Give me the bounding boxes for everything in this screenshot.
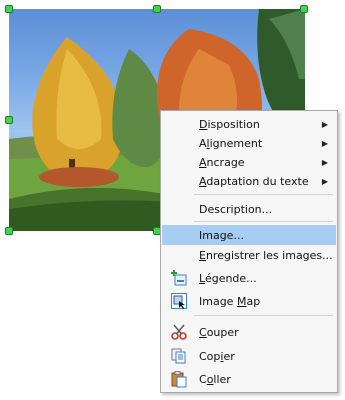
resize-handle-left[interactable] [5, 116, 13, 124]
menu-item-label: Image... [199, 228, 244, 242]
menu-item-label: Alignement [199, 136, 263, 150]
resize-handle-top[interactable] [153, 5, 161, 13]
scissors-icon [170, 323, 188, 341]
menu-item-ancrage[interactable]: Ancrage ▶ [162, 152, 336, 172]
submenu-arrow-icon: ▶ [321, 138, 328, 148]
menu-item-coller[interactable]: Coller [162, 369, 336, 389]
submenu-arrow-icon: ▶ [321, 119, 328, 129]
menu-item-label: Adaptation du texte [199, 174, 309, 188]
menu-item-enregistrer-les-images[interactable]: Enregistrer les images... [162, 245, 336, 265]
menu-item-legende[interactable]: Légende... [162, 268, 336, 288]
resize-handle-top-right[interactable] [300, 5, 308, 13]
resize-handle-bottom-left[interactable] [5, 227, 13, 235]
menu-item-label: Disposition [199, 117, 260, 131]
menu-item-copier[interactable]: Copier [162, 346, 336, 366]
menu-item-label: Ancrage [199, 155, 245, 169]
menu-item-image-map[interactable]: Image Map [162, 291, 336, 311]
caption-icon [170, 269, 188, 287]
menu-item-label: Coller [199, 372, 231, 386]
menu-item-label: Enregistrer les images... [199, 248, 333, 262]
menu-separator [194, 194, 333, 195]
resize-handle-top-left[interactable] [5, 5, 13, 13]
menu-item-label: Couper [199, 325, 239, 339]
menu-item-disposition[interactable]: Disposition ▶ [162, 114, 336, 134]
submenu-arrow-icon: ▶ [321, 176, 328, 186]
menu-item-alignement[interactable]: Alignement ▶ [162, 133, 336, 153]
menu-separator [194, 221, 333, 222]
menu-item-couper[interactable]: Couper [162, 322, 336, 342]
menu-separator [194, 315, 333, 316]
menu-item-label: Légende... [199, 271, 257, 285]
menu-item-adaptation-du-texte[interactable]: Adaptation du texte ▶ [162, 171, 336, 191]
menu-item-image[interactable]: Image... [162, 225, 336, 245]
paste-icon [170, 370, 188, 388]
menu-item-label: Description... [199, 202, 273, 216]
image-map-icon [170, 292, 188, 310]
context-menu: Disposition ▶ Alignement ▶ Ancrage ▶ Ada… [160, 110, 338, 393]
menu-item-label: Image Map [199, 294, 261, 308]
submenu-arrow-icon: ▶ [321, 157, 328, 167]
menu-item-description[interactable]: Description... [162, 199, 336, 219]
menu-item-label: Copier [199, 349, 235, 363]
copy-icon [170, 347, 188, 365]
